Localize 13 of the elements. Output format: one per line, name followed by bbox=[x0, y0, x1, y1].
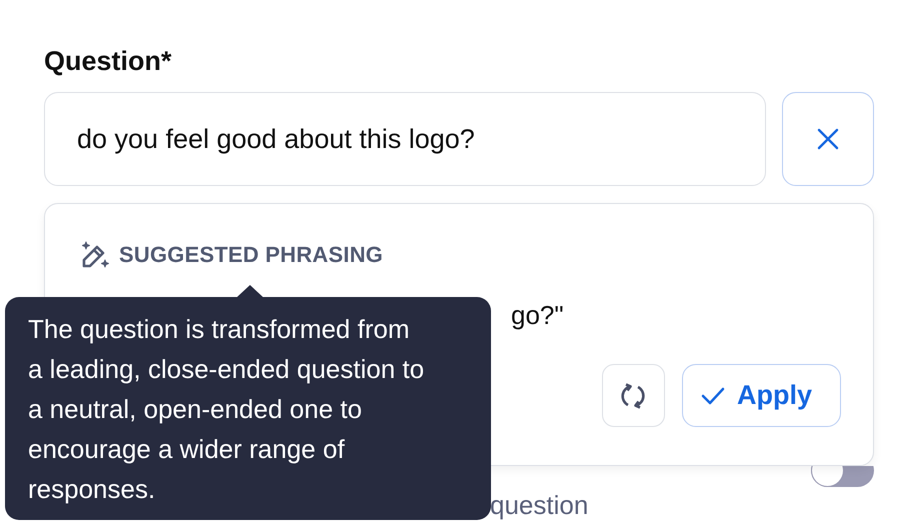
close-icon bbox=[817, 128, 839, 150]
tooltip: The question is transformed from a leading, close-ended question to a neutral, open-ended one to encourage a wider range of responses. bbox=[5, 297, 491, 520]
clear-button[interactable] bbox=[782, 92, 874, 186]
regenerate-button[interactable] bbox=[602, 364, 665, 427]
suggested-question: go?" bbox=[511, 300, 564, 332]
question-label: Question* bbox=[44, 46, 173, 78]
refresh-icon bbox=[619, 382, 648, 410]
suggestion-heading: SUGGESTED PHRASING bbox=[119, 242, 383, 268]
apply-button[interactable]: Apply bbox=[682, 364, 841, 427]
check-icon bbox=[700, 386, 725, 404]
toggle-switch[interactable] bbox=[811, 466, 874, 487]
question-field[interactable]: do you feel good about this logo? bbox=[44, 92, 766, 186]
option-label: question bbox=[490, 490, 588, 521]
